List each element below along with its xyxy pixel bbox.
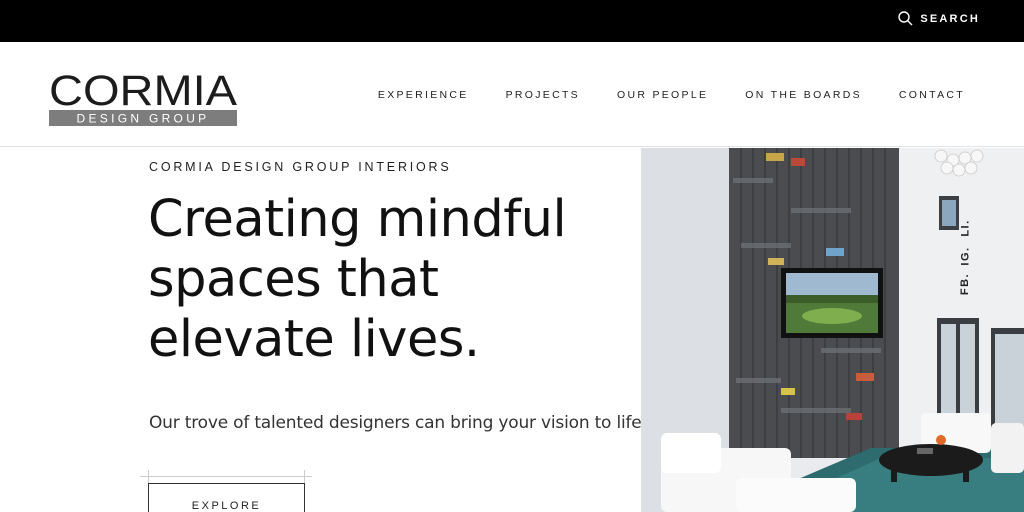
logo-svg: CORMIA DESIGN GROUP [49, 68, 237, 126]
explore-button[interactable]: EXPLORE [148, 483, 305, 512]
site-header: CORMIA DESIGN GROUP EXPERIENCE PROJECTS … [0, 42, 1024, 147]
search-button[interactable]: SEARCH [898, 11, 980, 26]
nav-item-on-the-boards[interactable]: ON THE BOARDS [745, 89, 862, 101]
main-nav: EXPERIENCE PROJECTS OUR PEOPLE ON THE BO… [378, 89, 965, 101]
nav-item-our-people[interactable]: OUR PEOPLE [617, 89, 708, 101]
nav-item-contact[interactable]: CONTACT [899, 89, 965, 101]
hero-eyebrow: CORMIA DESIGN GROUP INTERIORS [149, 160, 452, 174]
search-label: SEARCH [920, 12, 980, 25]
hero-headline: Creating mindful spaces that elevate liv… [148, 190, 618, 370]
top-bar: SEARCH [0, 0, 1024, 42]
headline-line-2: spaces that [148, 250, 439, 309]
social-link-linkedin[interactable]: LI. [960, 219, 972, 236]
nav-item-experience[interactable]: EXPERIENCE [378, 89, 469, 101]
logo[interactable]: CORMIA DESIGN GROUP [49, 68, 239, 128]
social-links: FB. IG. LI. [959, 212, 976, 298]
hero-interior-image [641, 148, 1024, 512]
headline-line-3: elevate lives. [148, 310, 480, 369]
logo-subline: DESIGN GROUP [77, 112, 210, 126]
search-icon [898, 11, 913, 26]
nav-item-projects[interactable]: PROJECTS [506, 89, 580, 101]
interior-illustration [641, 148, 1024, 512]
hero-subtext: Our trove of talented designers can brin… [149, 413, 642, 433]
social-link-facebook[interactable]: FB. [959, 273, 971, 295]
social-link-instagram[interactable]: IG. [960, 246, 972, 265]
headline-line-1: Creating mindful [148, 190, 567, 249]
explore-guide-line [140, 476, 312, 477]
explore-guide-line [304, 470, 305, 484]
logo-wordmark: CORMIA [49, 68, 237, 115]
explore-guide-line [148, 470, 149, 484]
